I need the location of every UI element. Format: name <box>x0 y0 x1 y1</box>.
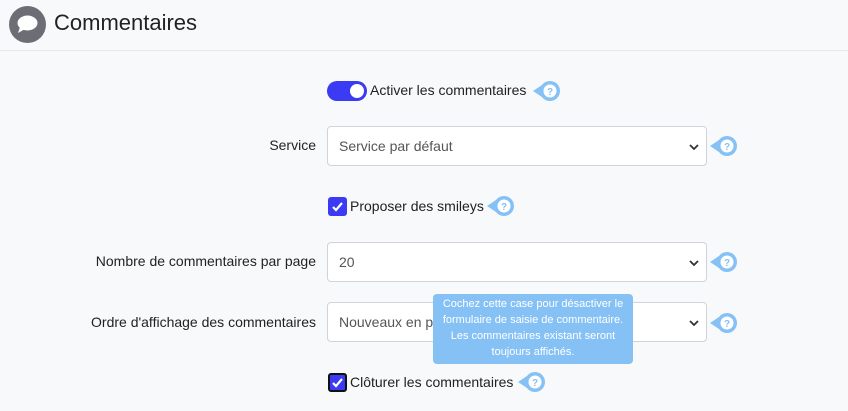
svg-text:?: ? <box>724 319 730 330</box>
order-label: Ordre d'affichage des commentaires <box>91 314 316 330</box>
enable-comments-label[interactable]: Activer les commentaires <box>370 82 526 98</box>
svg-text:?: ? <box>501 202 507 213</box>
help-icon[interactable]: ? <box>487 195 517 217</box>
service-label: Service <box>269 137 316 153</box>
enable-comments-toggle[interactable] <box>327 81 367 101</box>
check-icon <box>332 202 343 212</box>
close-comments-label[interactable]: Clôturer les commentaires <box>350 374 513 390</box>
chevron-down-icon <box>689 320 699 327</box>
per-page-select[interactable]: 20 <box>327 242 707 282</box>
help-icon[interactable]: ? <box>518 371 548 393</box>
smileys-checkbox[interactable] <box>328 197 347 216</box>
help-icon[interactable]: ? <box>710 312 740 334</box>
help-tooltip: Cochez cette case pour désactiver le for… <box>433 294 633 364</box>
help-icon[interactable]: ? <box>710 251 740 273</box>
chevron-down-icon <box>689 144 699 151</box>
smileys-label[interactable]: Proposer des smileys <box>350 198 484 214</box>
svg-text:?: ? <box>532 378 538 389</box>
service-select-value: Service par défaut <box>339 138 453 154</box>
svg-text:?: ? <box>724 258 730 269</box>
check-icon <box>332 378 343 388</box>
comment-icon <box>9 6 46 43</box>
service-select[interactable]: Service par défaut <box>327 126 707 166</box>
page-title: Commentaires <box>54 10 198 35</box>
toggle-knob <box>350 84 364 98</box>
close-comments-checkbox[interactable] <box>328 373 347 392</box>
svg-text:?: ? <box>724 142 730 153</box>
chevron-down-icon <box>689 260 699 267</box>
per-page-label: Nombre de commentaires par page <box>95 253 316 269</box>
page-header: Commentaires <box>0 0 848 51</box>
help-icon[interactable]: ? <box>533 80 563 102</box>
svg-text:?: ? <box>547 87 553 98</box>
help-icon[interactable]: ? <box>710 135 740 157</box>
per-page-select-value: 20 <box>339 254 355 270</box>
